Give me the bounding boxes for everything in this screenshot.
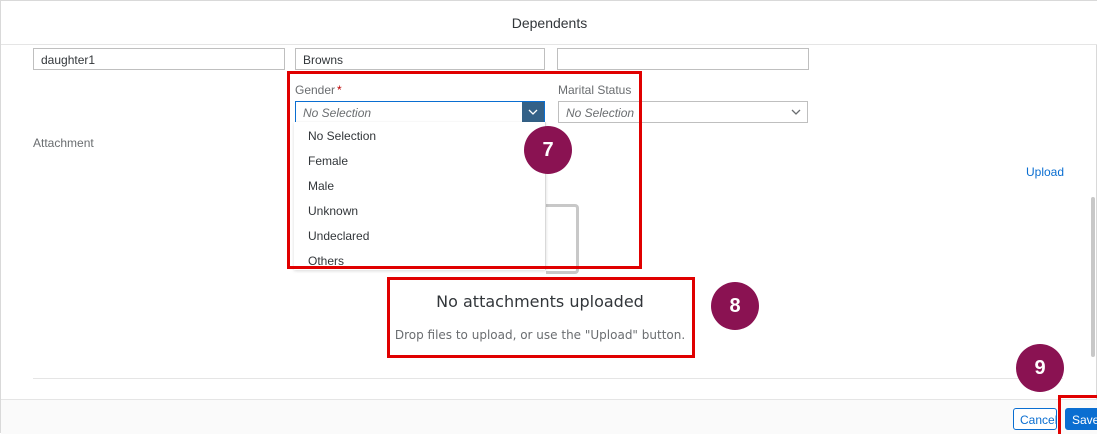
vertical-scrollbar[interactable] [1091, 197, 1095, 357]
dialog-title: Dependents [511, 15, 588, 31]
marital-dropdown-toggle[interactable] [785, 102, 807, 122]
step-badge-7: 7 [524, 126, 572, 174]
dialog-footer [1, 399, 1097, 434]
upload-link[interactable]: Upload [1026, 165, 1064, 179]
chevron-down-icon [791, 109, 801, 115]
content-divider [33, 378, 1063, 379]
highlight-box-attachments [387, 277, 695, 358]
cancel-button[interactable]: Cancel [1013, 408, 1057, 430]
dialog-header: Dependents [1, 1, 1097, 45]
last-name-field[interactable]: Browns [295, 48, 545, 70]
dependents-dialog: Dependents daughter1 Browns Gender * No S… [0, 0, 1097, 434]
attachment-label: Attachment [33, 136, 94, 150]
highlight-box-gender [287, 71, 642, 269]
additional-name-field[interactable] [557, 48, 809, 70]
first-name-field[interactable]: daughter1 [33, 48, 285, 70]
step-badge-8: 8 [711, 282, 759, 330]
step-badge-9: 9 [1016, 344, 1064, 392]
highlight-box-save [1058, 395, 1097, 434]
